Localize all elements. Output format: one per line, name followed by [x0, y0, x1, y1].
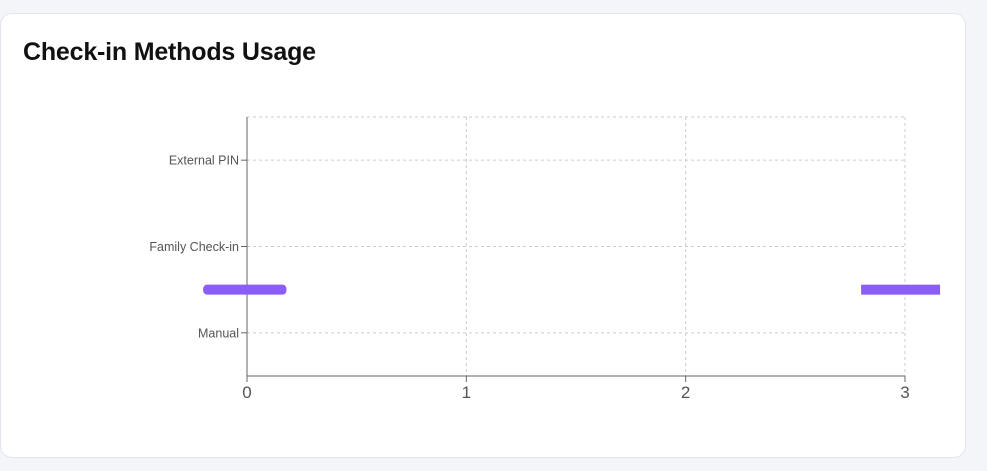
- bar: [861, 284, 941, 295]
- x-tick-label: 1: [462, 383, 471, 402]
- bar-chart: External PIN Family Check-in Manual 0 1 2 3: [149, 116, 941, 402]
- y-tick-label: Family Check-in: [149, 240, 239, 254]
- bar: [203, 284, 287, 295]
- y-tick-label: Manual: [198, 326, 239, 340]
- y-tick-label: External PIN: [169, 154, 239, 168]
- x-tick-label: 0: [242, 383, 251, 402]
- x-tick-label: 2: [681, 383, 690, 402]
- x-tick-label: 3: [900, 383, 909, 402]
